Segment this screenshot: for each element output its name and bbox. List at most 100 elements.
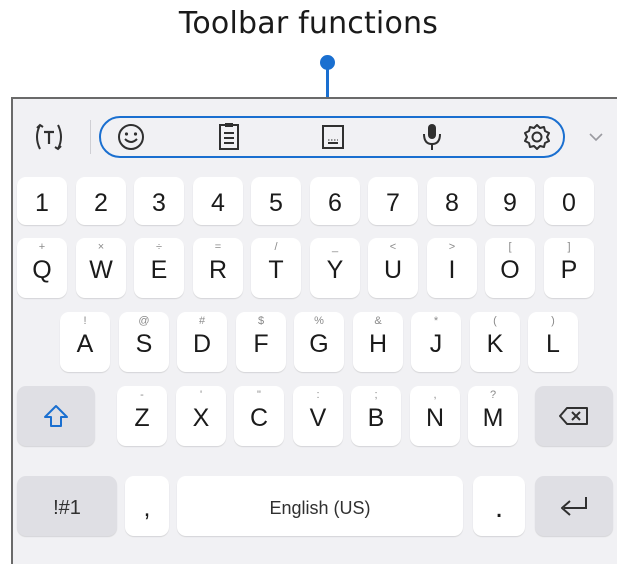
key-n[interactable]: ,N xyxy=(410,386,460,446)
key-w[interactable]: × W xyxy=(76,238,126,298)
key-e[interactable]: ÷ E xyxy=(134,238,184,298)
key-label: 3 xyxy=(152,188,166,217)
key-label: E xyxy=(150,255,168,284)
key-label: 1 xyxy=(35,188,49,217)
key-m[interactable]: ? M xyxy=(468,386,518,446)
key-j[interactable]: * J xyxy=(411,312,461,372)
key-c[interactable]: " C xyxy=(234,386,284,446)
key-label: 5 xyxy=(269,188,283,217)
key-hint: / xyxy=(274,241,278,253)
text-recognition-icon[interactable] xyxy=(24,117,74,157)
key-hint: = xyxy=(214,241,222,253)
key-label: 7 xyxy=(386,188,400,217)
key-3[interactable]: 3 xyxy=(134,177,184,225)
expand-chevron-icon[interactable] xyxy=(580,117,612,157)
key-0[interactable]: 0 xyxy=(544,177,594,225)
key-label: I xyxy=(448,255,456,284)
key-hint: , xyxy=(433,389,437,401)
key-x[interactable]: ' X xyxy=(176,386,226,446)
keyboard-mode-icon[interactable] xyxy=(311,117,355,157)
key-hint: < xyxy=(389,241,397,253)
key-label: B xyxy=(367,403,385,432)
key-label: . xyxy=(494,491,504,524)
key-d[interactable]: # D xyxy=(177,312,227,372)
key-label: U xyxy=(383,255,403,284)
key-label: Q xyxy=(32,255,52,284)
key-label: G xyxy=(309,329,329,358)
key-hint: ( xyxy=(493,315,497,327)
key-label: N xyxy=(425,403,445,432)
key-label: 0 xyxy=(562,188,576,217)
key-v[interactable]: :V xyxy=(293,386,343,446)
key-z[interactable]: -Z xyxy=(117,386,167,446)
key-label: R xyxy=(208,255,228,284)
enter-key[interactable] xyxy=(535,476,613,536)
symbols-key[interactable]: !#1 xyxy=(17,476,117,536)
key-q[interactable]: + Q xyxy=(17,238,67,298)
settings-icon[interactable] xyxy=(515,117,559,157)
key-label: O xyxy=(500,255,520,284)
comma-key[interactable]: , xyxy=(125,476,169,536)
key-label: T xyxy=(268,255,284,284)
key-7[interactable]: 7 xyxy=(368,177,418,225)
key-hint: × xyxy=(97,241,105,253)
key-y[interactable]: _ Y xyxy=(310,238,360,298)
key-label: C xyxy=(249,403,269,432)
key-s[interactable]: @ S xyxy=(119,312,169,372)
key-label: F xyxy=(253,329,269,358)
backspace-key[interactable] xyxy=(535,386,613,446)
key-hint: & xyxy=(374,315,382,327)
key-hint: " xyxy=(257,389,261,401)
key-hint: ' xyxy=(199,389,203,401)
key-label: X xyxy=(192,403,210,432)
microphone-icon[interactable] xyxy=(410,117,454,157)
key-label: L xyxy=(546,329,560,358)
key-6[interactable]: 6 xyxy=(310,177,360,225)
key-i[interactable]: > I xyxy=(427,238,477,298)
clipboard-icon[interactable] xyxy=(207,117,251,157)
key-9[interactable]: 9 xyxy=(485,177,535,225)
key-b[interactable]: ; B xyxy=(351,386,401,446)
backspace-icon xyxy=(559,407,588,425)
key-5[interactable]: 5 xyxy=(251,177,301,225)
key-o[interactable]: [O xyxy=(485,238,535,298)
key-2[interactable]: 2 xyxy=(76,177,126,225)
key-hint: : xyxy=(316,389,320,401)
key-label: Z xyxy=(134,403,150,432)
key-f[interactable]: $ F xyxy=(236,312,286,372)
key-hint: ! xyxy=(83,315,87,327)
key-8[interactable]: 8 xyxy=(427,177,477,225)
key-label: P xyxy=(560,255,578,284)
key-r[interactable]: = R xyxy=(193,238,243,298)
key-l[interactable]: ) L xyxy=(528,312,578,372)
key-1[interactable]: 1 xyxy=(17,177,67,225)
emoji-icon[interactable] xyxy=(109,117,153,157)
spacebar-key[interactable]: English (US) xyxy=(177,476,463,536)
key-g[interactable]: % G xyxy=(294,312,344,372)
period-key[interactable]: . xyxy=(473,476,525,536)
key-hint: @ xyxy=(138,315,150,327)
shift-icon xyxy=(44,405,68,427)
key-4[interactable]: 4 xyxy=(193,177,243,225)
key-a[interactable]: ! A xyxy=(60,312,110,372)
key-label: V xyxy=(309,403,327,432)
key-label: W xyxy=(89,255,113,284)
key-hint: [ xyxy=(508,241,512,253)
key-label: J xyxy=(429,329,443,358)
toolbar-divider xyxy=(90,120,91,154)
key-u[interactable]: < U xyxy=(368,238,418,298)
key-hint: % xyxy=(314,315,324,327)
key-p[interactable]: ] P xyxy=(544,238,594,298)
key-h[interactable]: & H xyxy=(353,312,403,372)
key-hint: ÷ xyxy=(155,241,163,253)
shift-key[interactable] xyxy=(17,386,95,446)
key-t[interactable]: / T xyxy=(251,238,301,298)
enter-icon xyxy=(561,497,587,516)
key-label: K xyxy=(486,329,504,358)
key-label: 2 xyxy=(94,188,108,217)
key-k[interactable]: (K xyxy=(470,312,520,372)
key-label: 4 xyxy=(211,188,225,217)
key-label: H xyxy=(368,329,388,358)
key-hint: _ xyxy=(331,241,339,253)
key-label: M xyxy=(482,403,504,432)
